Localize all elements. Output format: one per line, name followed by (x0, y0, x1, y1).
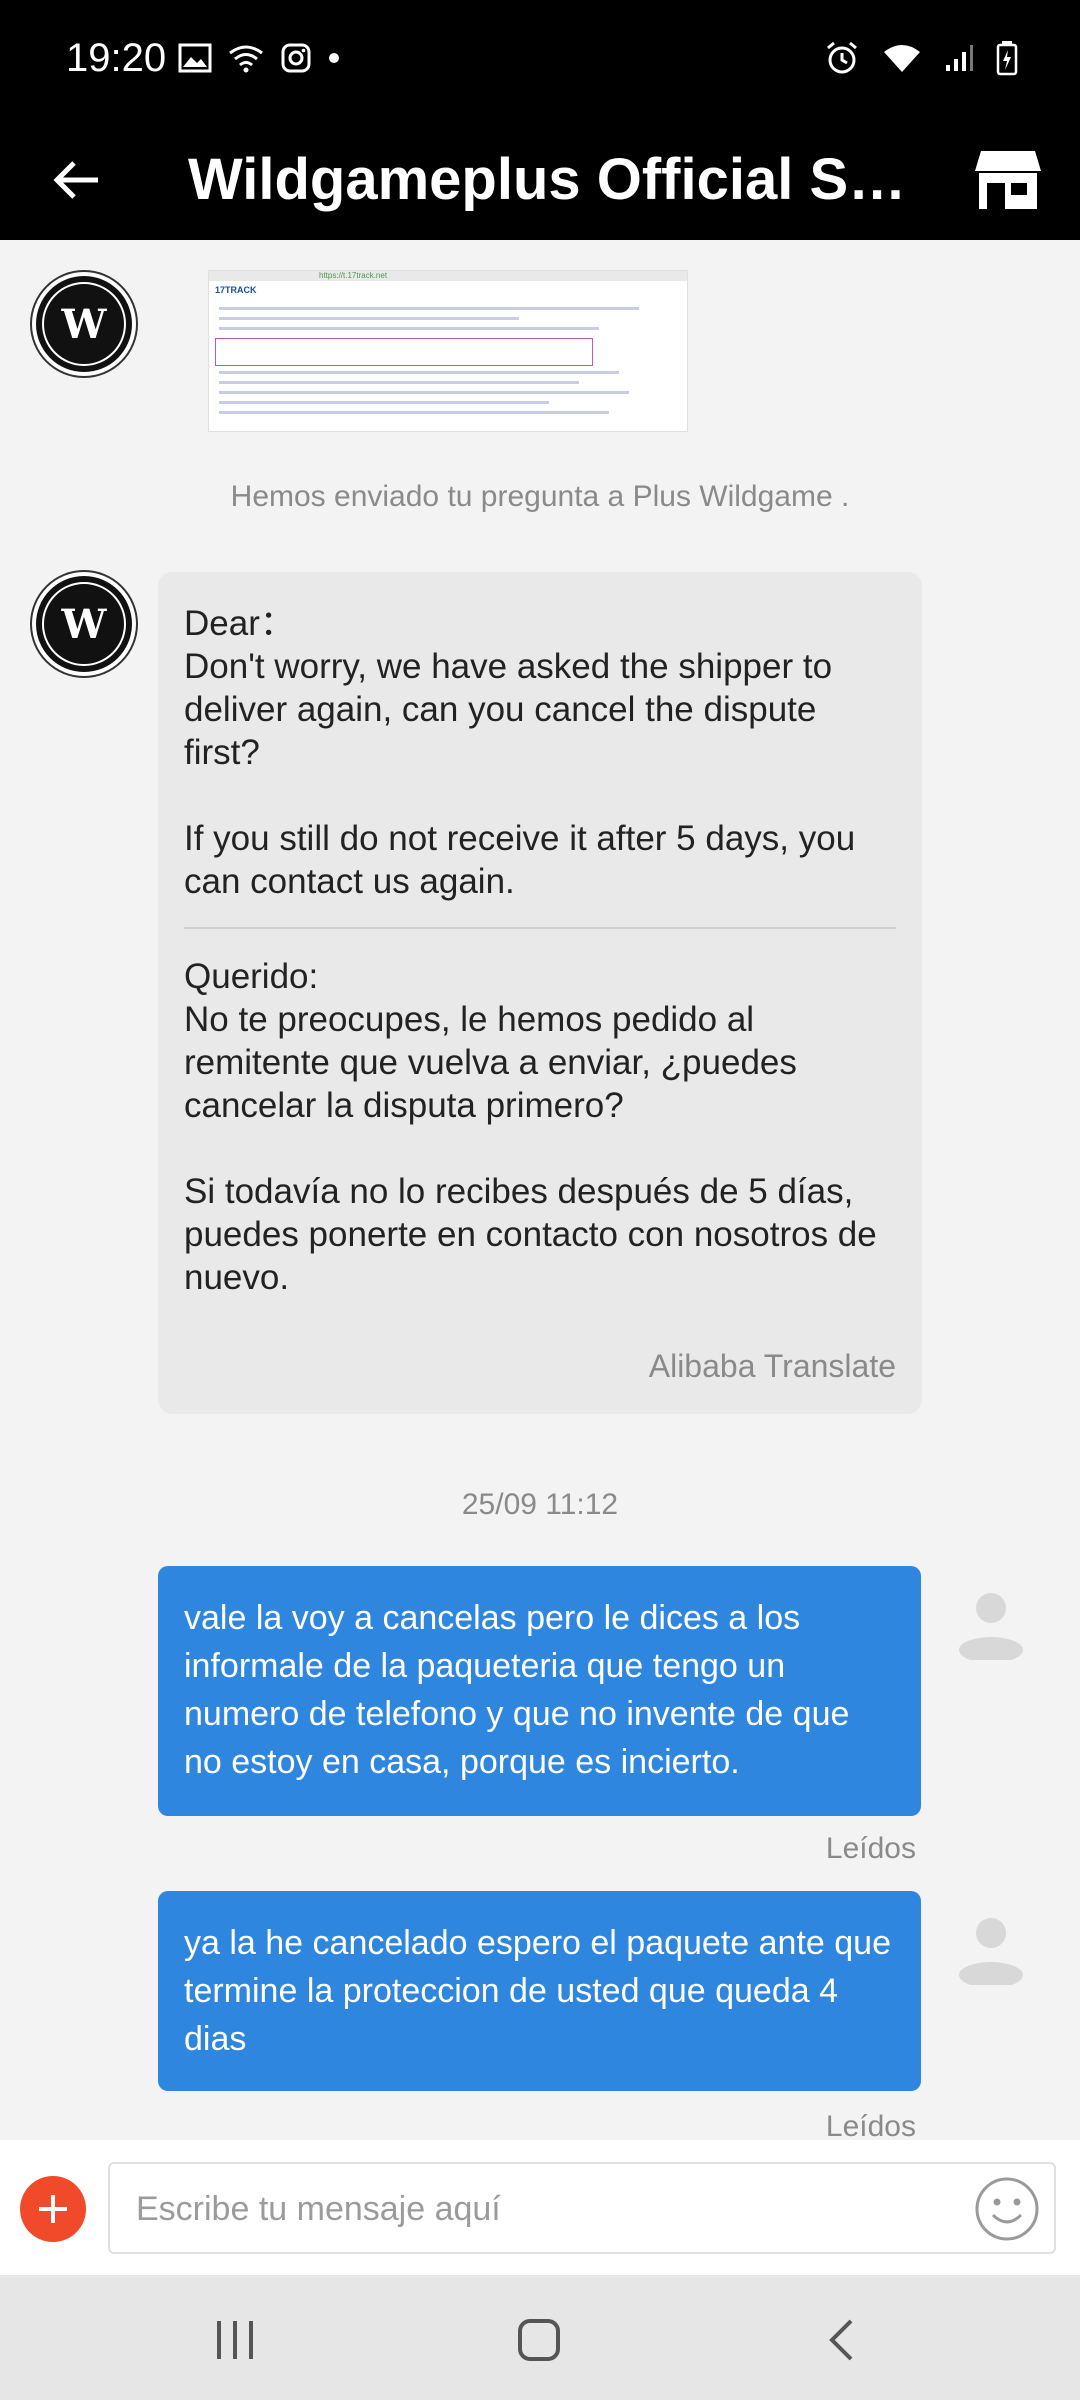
status-time: 19:20 (66, 36, 167, 80)
preview-browser-bar (209, 271, 687, 281)
preview-url: https://t.17track.net (319, 271, 388, 280)
preview-line (219, 327, 599, 330)
signal-icon (946, 45, 973, 71)
store-icon (975, 151, 1041, 209)
preview-line (219, 371, 619, 374)
screenshot-preview[interactable]: 17TRACK https://t.17track.net (208, 270, 688, 432)
preview-line (219, 391, 629, 394)
arrow-left-icon (53, 161, 98, 199)
system-nav-bar (0, 2275, 1080, 2400)
preview-line (219, 381, 579, 384)
recent-apps-button[interactable] (200, 2305, 270, 2375)
message-input[interactable] (134, 2178, 958, 2240)
translation-divider (184, 927, 896, 929)
message-text: ya la he cancelado espero el paquete ant… (184, 1924, 891, 2058)
back-icon (829, 2319, 853, 2361)
preview-line (219, 411, 609, 414)
read-status: Leídos (825, 1832, 916, 1865)
message-original-text: Dear： Don't worry, we have asked the shi… (184, 604, 856, 901)
status-right-icons (824, 40, 1018, 76)
message-input-bar (0, 2140, 1080, 2275)
system-notice: Hemos enviado tu pregunta a Plus Wildgam… (230, 480, 850, 513)
status-bar: 19:20 (0, 0, 1080, 120)
preview-brand: 17TRACK (215, 285, 257, 295)
home-button[interactable] (504, 2305, 574, 2375)
read-status: Leídos (825, 2110, 916, 2143)
add-attachment-button[interactable] (20, 2176, 86, 2242)
preview-line (219, 401, 549, 404)
app-header: Wildgameplus Official St... (0, 120, 1080, 240)
wifi-calling-icon (229, 45, 263, 73)
preview-line (219, 317, 519, 320)
back-button[interactable] (44, 148, 108, 212)
recent-apps-icon (217, 2321, 253, 2359)
avatar-logo-letter: W (61, 300, 107, 348)
message-field[interactable] (108, 2162, 1056, 2254)
user-avatar-icon[interactable] (954, 1586, 1028, 1660)
store-avatar[interactable]: W (32, 572, 136, 676)
user-avatar-icon[interactable] (954, 1911, 1028, 1985)
message-translated-text: Querido: No te preocupes, le hemos pedid… (184, 957, 877, 1297)
plus-icon (39, 2195, 67, 2223)
message-text: vale la voy a cancelas pero le dices a l… (184, 1599, 850, 1781)
chat-area[interactable]: W 17TRACK https://t.17track.net Hemos en… (0, 240, 1080, 2143)
store-button[interactable] (966, 138, 1050, 222)
incoming-message-bubble[interactable]: Dear： Don't worry, we have asked the shi… (158, 572, 922, 1414)
status-left-icons (178, 42, 342, 74)
preview-line (219, 307, 639, 310)
alarm-icon (827, 41, 857, 74)
translator-label: Alibaba Translate (648, 1348, 896, 1384)
preview-highlight-box (215, 338, 593, 366)
home-icon (518, 2319, 560, 2361)
smiley-icon[interactable] (974, 2176, 1040, 2242)
outgoing-message-bubble[interactable]: vale la voy a cancelas pero le dices a l… (158, 1566, 921, 1816)
dot-icon (329, 53, 339, 63)
page-title: Wildgameplus Official St... (188, 148, 908, 212)
wifi-icon (884, 45, 920, 72)
battery-icon (996, 41, 1018, 76)
outgoing-message-bubble[interactable]: ya la he cancelado espero el paquete ant… (158, 1891, 921, 2091)
avatar-logo-letter: W (61, 600, 107, 648)
instagram-icon (281, 43, 311, 73)
store-avatar[interactable]: W (32, 272, 136, 376)
message-timestamp: 25/09 11:12 (461, 1488, 619, 1521)
nav-back-button[interactable] (806, 2305, 876, 2375)
image-icon (178, 43, 212, 73)
